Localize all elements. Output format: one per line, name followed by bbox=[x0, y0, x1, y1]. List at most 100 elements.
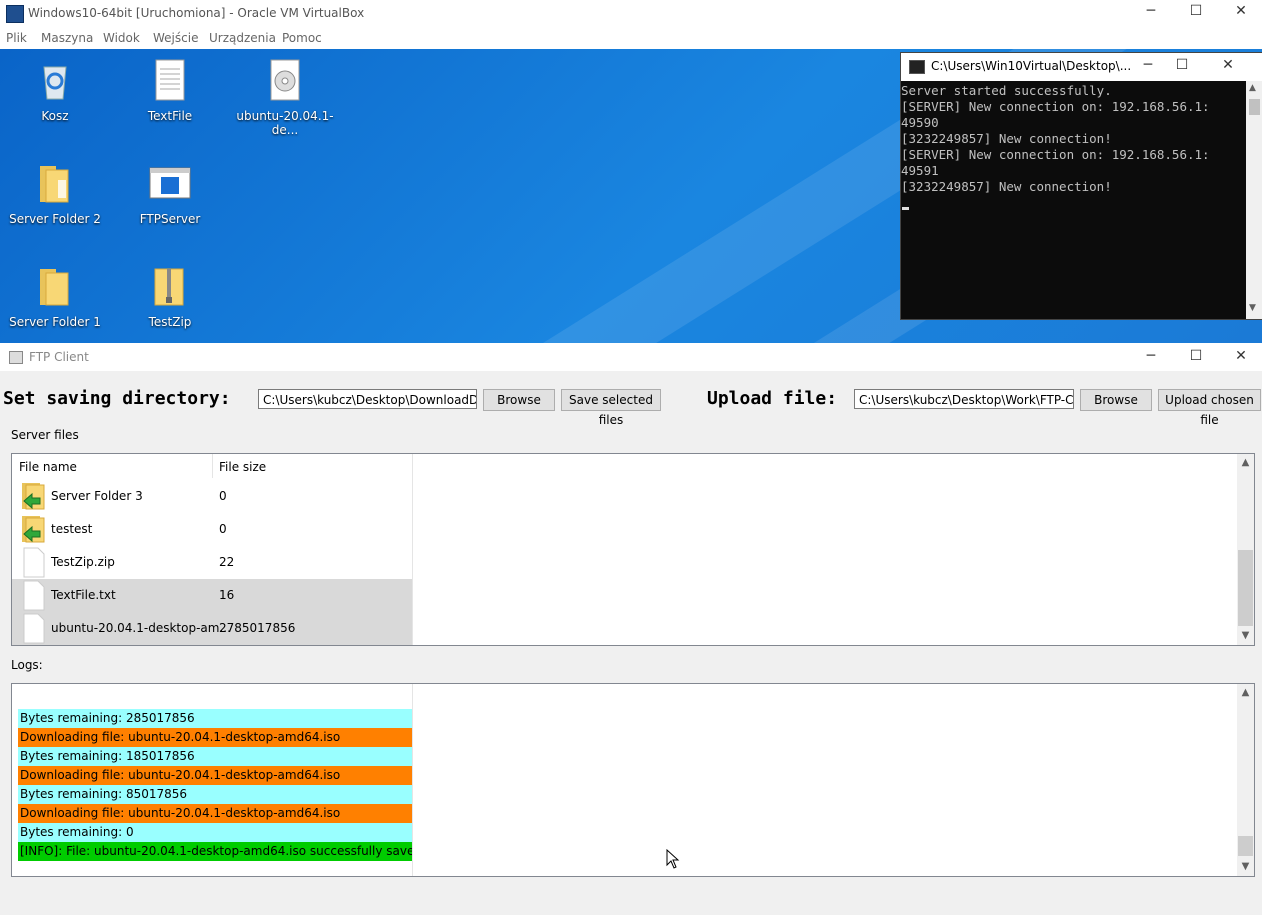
console-scrollbar[interactable]: ▲ ▼ bbox=[1246, 81, 1262, 319]
scroll-thumb[interactable] bbox=[1249, 99, 1260, 115]
table-row-selected[interactable]: ubuntu-20.04.1-desktop-am... 2785017856 bbox=[12, 612, 412, 645]
virtualbox-title-bar: Windows10-64bit [Uruchomiona] - Oracle V… bbox=[0, 0, 1262, 28]
table-row[interactable]: Server Folder 3 0 bbox=[12, 480, 412, 513]
scroll-down-icon[interactable]: ▼ bbox=[1249, 303, 1256, 313]
logs-label: Logs: bbox=[11, 658, 43, 672]
console-line: 49591 bbox=[901, 163, 939, 178]
column-header-file-name[interactable]: File name bbox=[19, 460, 77, 474]
console-line: [SERVER] New connection on: 192.168.56.1… bbox=[901, 147, 1210, 162]
log-entry: Bytes remaining: 185017856 bbox=[18, 747, 412, 766]
console-title-bar[interactable]: C:\Users\Win10Virtual\Desktop\... ─ ☐ ✕ bbox=[901, 53, 1262, 81]
log-entry: [INFO]: File: ubuntu-20.04.1-desktop-amd… bbox=[18, 842, 412, 861]
server-files-label: Server files bbox=[11, 428, 79, 442]
file-size-cell: 22 bbox=[219, 555, 235, 569]
desktop-icon-label: ubuntu-20.04.1-de... bbox=[236, 109, 334, 137]
browse-save-button[interactable]: Browse bbox=[483, 389, 555, 411]
desktop-icon-label: TestZip bbox=[148, 315, 192, 329]
minimize-icon[interactable]: ─ bbox=[1128, 3, 1174, 19]
browse-upload-button[interactable]: Browse bbox=[1080, 389, 1152, 411]
scroll-up-icon[interactable]: ▲ bbox=[1237, 457, 1254, 468]
folder-icon bbox=[32, 263, 78, 309]
saving-directory-input[interactable]: C:\Users\kubcz\Desktop\DownloadDest bbox=[258, 389, 477, 409]
table-row[interactable]: testest 0 bbox=[12, 513, 412, 546]
desktop-icon-kosz[interactable]: Kosz bbox=[5, 57, 105, 123]
virtualbox-app-icon bbox=[6, 5, 24, 23]
server-files-list[interactable]: File name File size Server Folder 3 0 te… bbox=[11, 453, 1255, 646]
menu-item-plik[interactable]: Plik bbox=[6, 31, 27, 45]
list-column-separator bbox=[412, 454, 413, 645]
maximize-icon[interactable]: ☐ bbox=[1159, 57, 1205, 73]
menu-item-wejscie[interactable]: Wejście bbox=[153, 31, 198, 45]
files-scrollbar[interactable]: ▲ ▼ bbox=[1237, 454, 1254, 645]
scroll-up-icon[interactable]: ▲ bbox=[1249, 83, 1256, 93]
mouse-cursor-icon bbox=[666, 848, 680, 872]
desktop-icon-ubuntu-iso[interactable]: ubuntu-20.04.1-de... bbox=[235, 57, 335, 137]
saving-directory-label: Set saving directory: bbox=[3, 388, 231, 409]
upload-chosen-file-button[interactable]: Upload chosen file bbox=[1158, 389, 1261, 427]
file-icon bbox=[20, 613, 46, 647]
menu-item-maszyna[interactable]: Maszyna bbox=[41, 31, 93, 45]
logs-scrollbar[interactable]: ▲ ▼ bbox=[1237, 684, 1254, 876]
text-file-icon bbox=[147, 57, 193, 103]
file-size-cell: 0 bbox=[219, 489, 227, 503]
close-icon[interactable]: ✕ bbox=[1218, 3, 1262, 19]
menu-item-pomoc[interactable]: Pomoc bbox=[282, 31, 322, 45]
close-icon[interactable]: ✕ bbox=[1205, 57, 1251, 73]
desktop-icon-testzip[interactable]: TestZip bbox=[120, 263, 220, 329]
file-name-cell: ubuntu-20.04.1-desktop-am... bbox=[51, 621, 231, 635]
scroll-thumb[interactable] bbox=[1238, 836, 1253, 856]
virtualbox-menu-bar: Plik Maszyna Widok Wejście Urządzenia Po… bbox=[0, 28, 1262, 49]
save-selected-files-button[interactable]: Save selected files bbox=[561, 389, 661, 427]
maximize-icon[interactable]: ☐ bbox=[1173, 348, 1219, 364]
file-size-cell: 16 bbox=[219, 588, 235, 602]
ftp-app-icon bbox=[9, 351, 23, 364]
file-icon bbox=[20, 580, 46, 614]
desktop-icon-label: Kosz bbox=[41, 109, 69, 123]
ftp-client-window: FTP Client ─ ☐ ✕ Set saving directory: C… bbox=[0, 343, 1262, 915]
desktop-icon-ftpserver[interactable]: FTPServer bbox=[120, 160, 220, 226]
application-icon bbox=[147, 160, 193, 206]
desktop-icon-server-folder-1[interactable]: Server Folder 1 bbox=[5, 263, 105, 329]
console-line: 49590 bbox=[901, 115, 939, 130]
file-size-cell: 0 bbox=[219, 522, 227, 536]
console-cursor bbox=[902, 207, 909, 210]
table-row-selected[interactable]: TextFile.txt 16 bbox=[12, 579, 412, 612]
folder-icon bbox=[32, 160, 78, 206]
menu-item-urzadzenia[interactable]: Urządzenia bbox=[209, 31, 276, 45]
file-icon bbox=[20, 547, 46, 581]
close-icon[interactable]: ✕ bbox=[1218, 348, 1262, 364]
scroll-up-icon[interactable]: ▲ bbox=[1237, 687, 1254, 698]
column-header-file-size[interactable]: File size bbox=[219, 460, 266, 474]
disc-image-icon bbox=[262, 57, 308, 103]
log-entry: Downloading file: ubuntu-20.04.1-desktop… bbox=[18, 766, 412, 785]
console-icon bbox=[909, 60, 925, 74]
scroll-thumb[interactable] bbox=[1238, 550, 1253, 626]
upload-file-input[interactable]: C:\Users\kubcz\Desktop\Work\FTP-Clie bbox=[854, 389, 1074, 409]
file-name-cell: testest bbox=[51, 522, 93, 536]
ftp-title-bar[interactable]: FTP Client ─ ☐ ✕ bbox=[0, 343, 1262, 371]
shared-folder-icon bbox=[20, 514, 46, 547]
server-console-window[interactable]: C:\Users\Win10Virtual\Desktop\... ─ ☐ ✕ … bbox=[900, 52, 1262, 320]
minimize-icon[interactable]: ─ bbox=[1128, 348, 1174, 364]
logs-list[interactable]: Bytes remaining: 285017856 Downloading f… bbox=[11, 683, 1255, 877]
log-column-separator bbox=[412, 684, 413, 876]
upload-file-label: Upload file: bbox=[707, 388, 838, 409]
scroll-down-icon[interactable]: ▼ bbox=[1237, 630, 1254, 641]
log-entry: Bytes remaining: 285017856 bbox=[18, 709, 412, 728]
log-entry: Downloading file: ubuntu-20.04.1-desktop… bbox=[18, 804, 412, 823]
file-name-cell: TestZip.zip bbox=[51, 555, 115, 569]
desktop-icon-textfile[interactable]: TextFile bbox=[120, 57, 220, 123]
log-entry: Bytes remaining: 85017856 bbox=[18, 785, 412, 804]
console-line: [3232249857] New connection! bbox=[901, 179, 1112, 194]
menu-item-widok[interactable]: Widok bbox=[103, 31, 140, 45]
recycle-bin-icon bbox=[32, 57, 78, 103]
maximize-icon[interactable]: ☐ bbox=[1173, 3, 1219, 19]
desktop-icon-label: TextFile bbox=[147, 109, 193, 123]
file-name-cell: Server Folder 3 bbox=[51, 489, 143, 503]
scroll-down-icon[interactable]: ▼ bbox=[1237, 861, 1254, 872]
desktop-icon-label: Server Folder 1 bbox=[9, 315, 101, 329]
table-row[interactable]: TestZip.zip 22 bbox=[12, 546, 412, 579]
log-entry: Downloading file: ubuntu-20.04.1-desktop… bbox=[18, 728, 412, 747]
file-size-cell: 2785017856 bbox=[219, 621, 296, 635]
desktop-icon-server-folder-2[interactable]: Server Folder 2 bbox=[5, 160, 105, 226]
